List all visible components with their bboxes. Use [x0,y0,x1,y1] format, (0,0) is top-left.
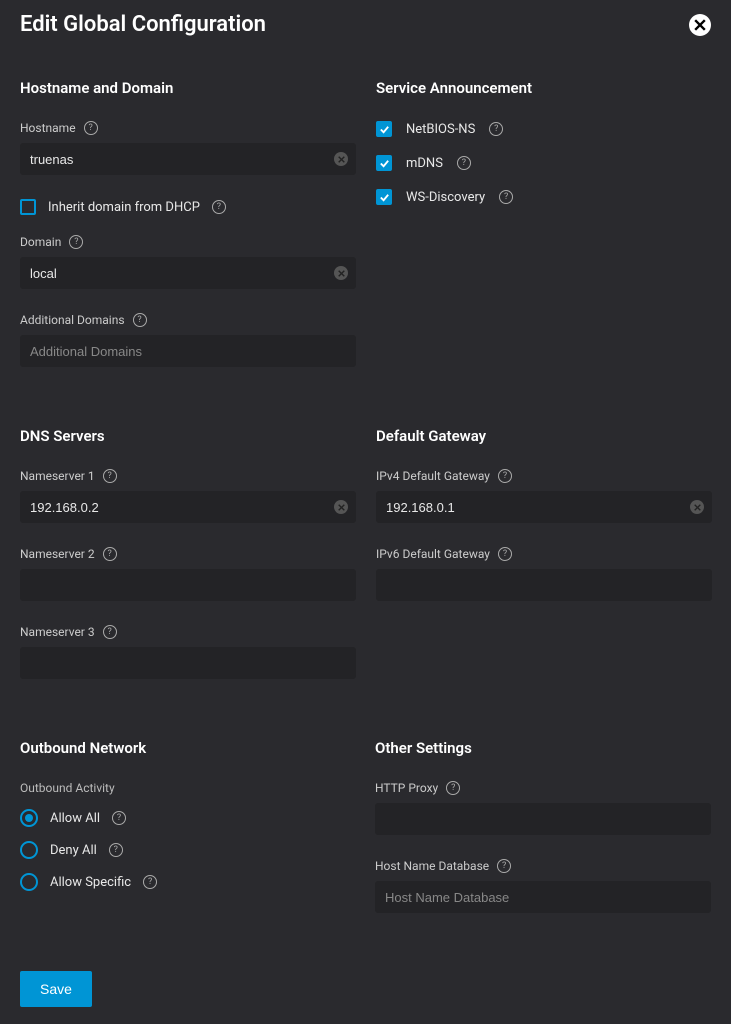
help-icon[interactable]: ? [103,469,117,483]
mdns-label: mDNS [406,156,443,171]
ns2-input[interactable] [20,569,356,601]
ws-discovery-checkbox[interactable] [376,189,392,205]
ipv6-gateway-input[interactable] [376,569,712,601]
outbound-network-title: Outbound Network [20,739,355,757]
help-icon[interactable]: ? [498,469,512,483]
help-icon[interactable]: ? [133,313,147,327]
service-announcement-title: Service Announcement [376,79,711,97]
close-icon [694,19,706,31]
inherit-domain-checkbox[interactable] [20,199,36,215]
hostdb-input[interactable] [375,881,711,913]
help-icon[interactable]: ? [109,843,123,857]
domain-input[interactable] [20,257,356,289]
ipv6-gateway-label: IPv6 Default Gateway [376,547,490,561]
ns1-input[interactable] [20,491,356,523]
additional-domains-input[interactable] [20,335,356,367]
help-icon[interactable]: ? [143,875,157,889]
help-icon[interactable]: ? [497,859,511,873]
dns-servers-title: DNS Servers [20,427,356,445]
ws-discovery-label: WS-Discovery [406,190,485,205]
netbios-checkbox[interactable] [376,121,392,137]
hostname-domain-title: Hostname and Domain [20,79,356,97]
ns3-input[interactable] [20,647,356,679]
ns1-label: Nameserver 1 [20,469,95,483]
default-gateway-title: Default Gateway [376,427,712,445]
allow-all-radio[interactable] [20,809,38,827]
clear-icon[interactable] [334,152,348,166]
http-proxy-input[interactable] [375,803,711,835]
outbound-activity-label: Outbound Activity [20,781,355,795]
help-icon[interactable]: ? [446,781,460,795]
domain-label: Domain [20,235,61,249]
help-icon[interactable]: ? [212,200,226,214]
hostname-input[interactable] [20,143,356,175]
additional-domains-label: Additional Domains [20,313,125,327]
page-title: Edit Global Configuration [20,12,266,37]
clear-icon[interactable] [334,266,348,280]
ipv4-gateway-input[interactable] [376,491,712,523]
http-proxy-label: HTTP Proxy [375,781,438,795]
allow-all-label: Allow All [50,811,100,826]
allow-specific-radio[interactable] [20,873,38,891]
help-icon[interactable]: ? [499,190,513,204]
help-icon[interactable]: ? [112,811,126,825]
help-icon[interactable]: ? [84,121,98,135]
allow-specific-label: Allow Specific [50,875,131,890]
help-icon[interactable]: ? [489,122,503,136]
help-icon[interactable]: ? [69,235,83,249]
ns3-label: Nameserver 3 [20,625,95,639]
hostdb-label: Host Name Database [375,859,489,873]
help-icon[interactable]: ? [457,156,471,170]
deny-all-label: Deny All [50,843,97,858]
other-settings-title: Other Settings [375,739,711,757]
help-icon[interactable]: ? [103,625,117,639]
ns2-label: Nameserver 2 [20,547,95,561]
clear-icon[interactable] [334,500,348,514]
hostname-label: Hostname [20,121,76,135]
clear-icon[interactable] [690,500,704,514]
netbios-label: NetBIOS-NS [406,122,475,137]
help-icon[interactable]: ? [498,547,512,561]
help-icon[interactable]: ? [103,547,117,561]
save-button[interactable]: Save [20,971,92,1007]
ipv4-gateway-label: IPv4 Default Gateway [376,469,490,483]
mdns-checkbox[interactable] [376,155,392,171]
inherit-domain-label: Inherit domain from DHCP [48,200,200,215]
deny-all-radio[interactable] [20,841,38,859]
close-button[interactable] [689,14,711,36]
